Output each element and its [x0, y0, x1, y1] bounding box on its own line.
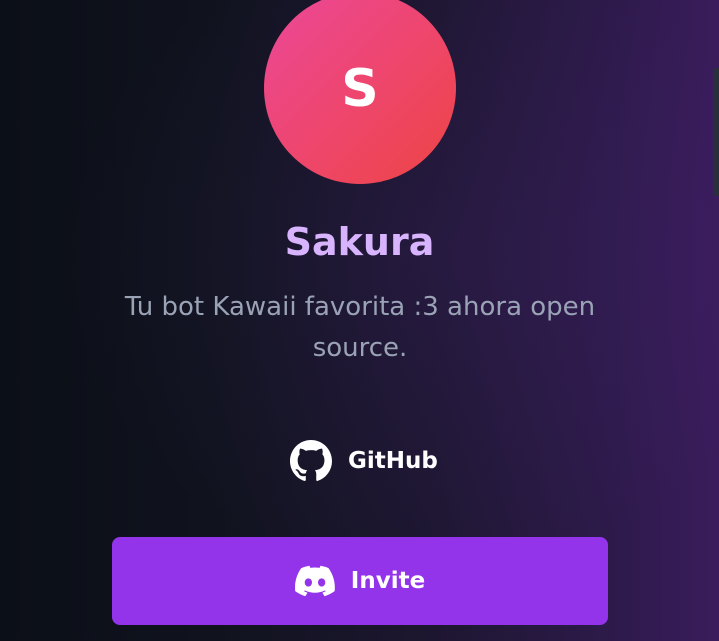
github-icon — [290, 440, 332, 482]
invite-label: Invite — [350, 568, 426, 594]
bot-name: Sakura — [284, 220, 435, 264]
discord-icon — [294, 565, 335, 597]
github-label: GitHub — [348, 448, 438, 474]
github-link[interactable]: GitHub — [290, 439, 438, 483]
avatar: S — [264, 0, 456, 184]
bot-tagline: Tu bot Kawaii favorita :3 ahora open sou… — [124, 292, 596, 363]
avatar-letter: S — [341, 59, 379, 119]
scrollbar-thumb[interactable] — [713, 68, 719, 196]
invite-button[interactable]: Invite — [112, 537, 608, 625]
